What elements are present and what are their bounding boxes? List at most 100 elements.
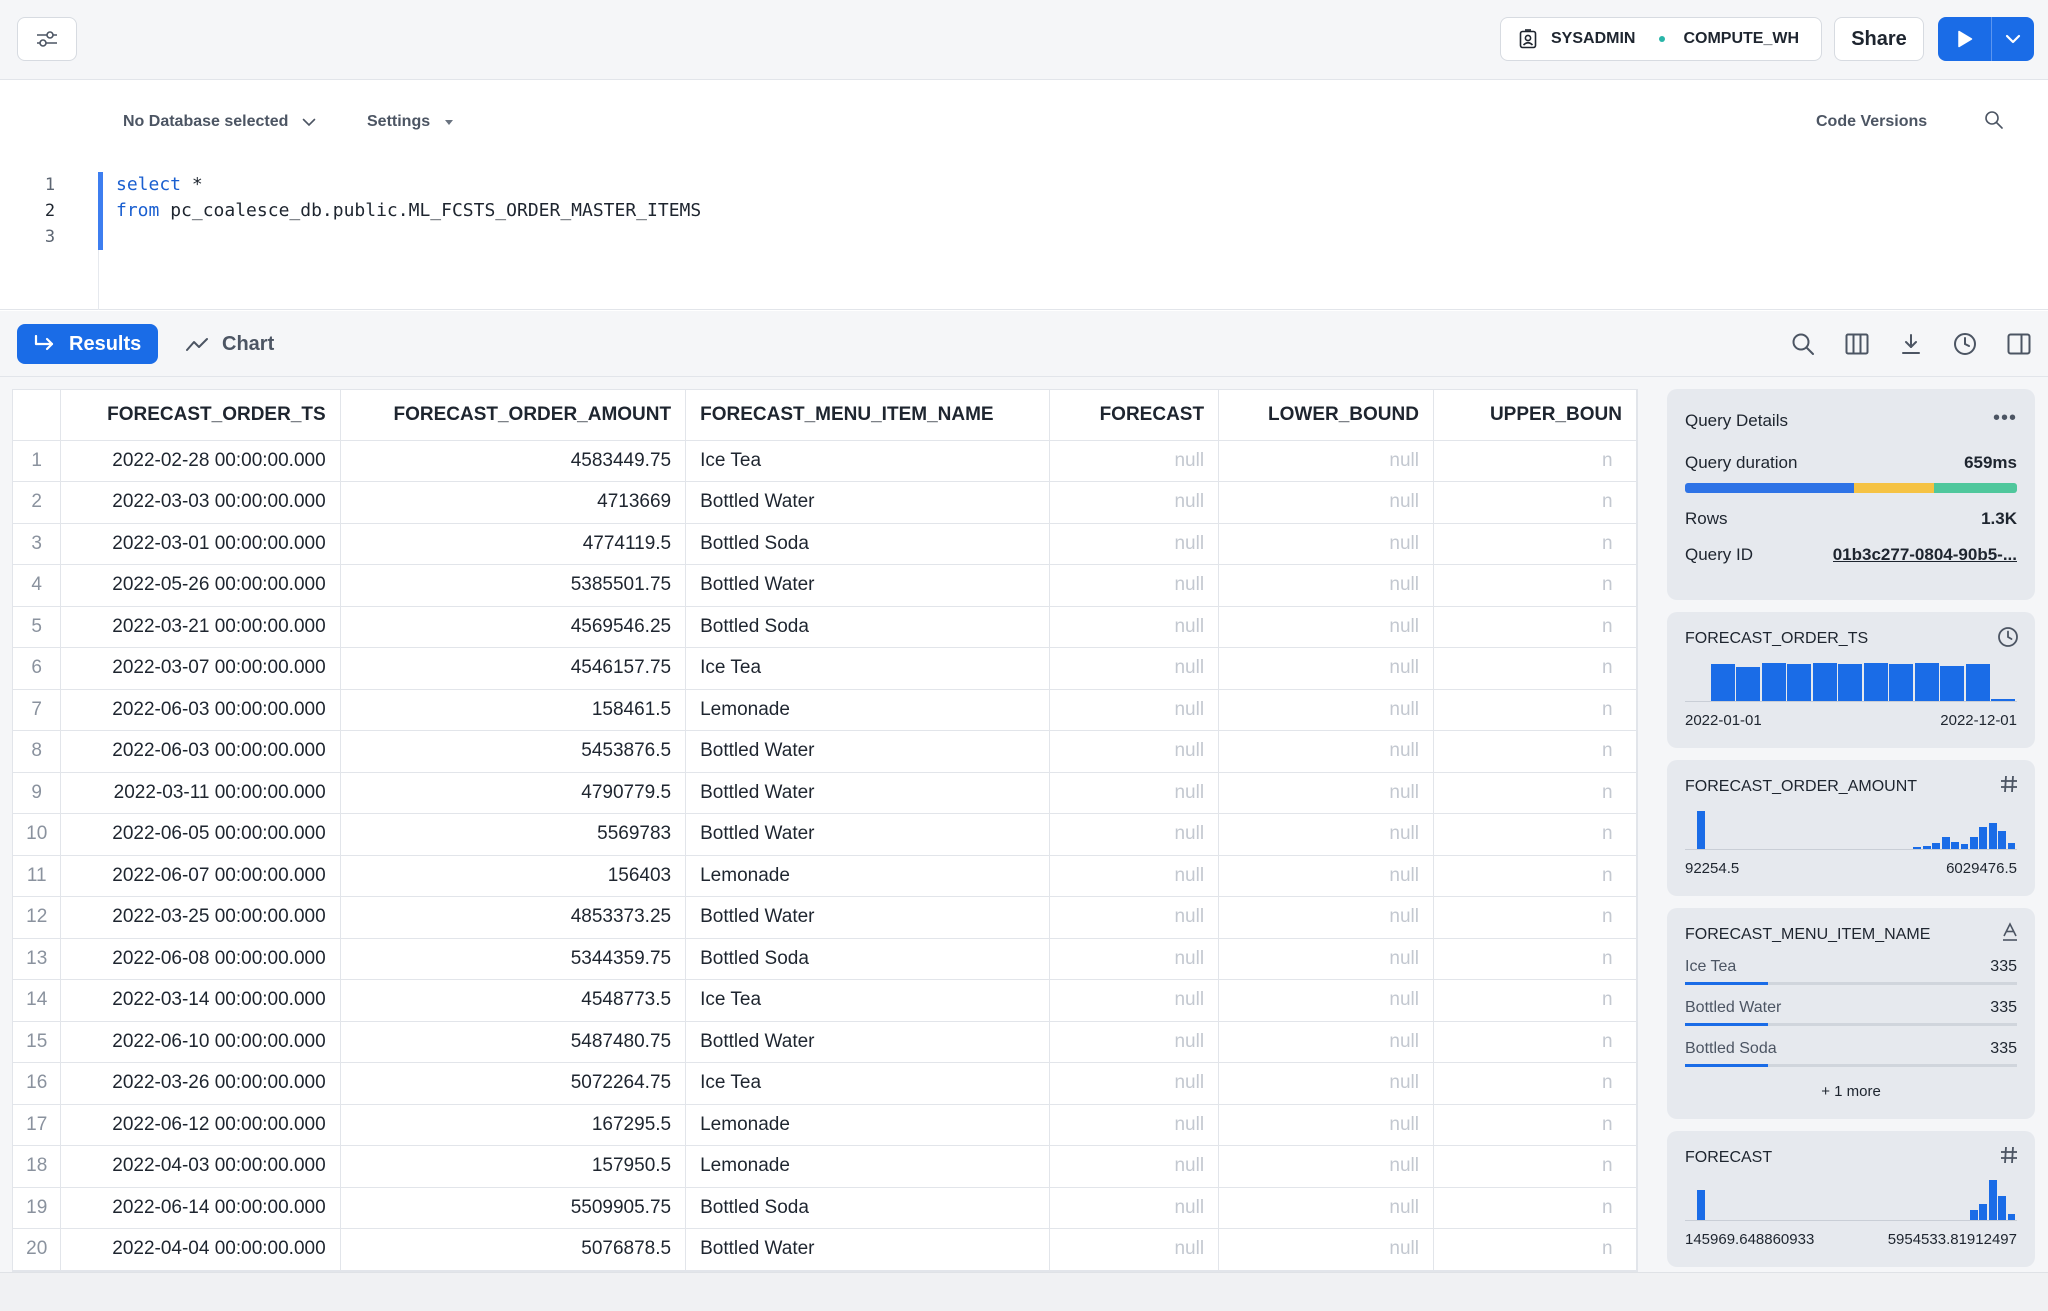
cell-lower-bound[interactable]: null <box>1218 772 1434 814</box>
row-index[interactable]: 17 <box>13 1104 62 1146</box>
table-row[interactable]: 9 2022-03-11 00:00:00.000 4790779.5 Bottled… <box>13 772 1637 814</box>
cell-lower-bound[interactable]: null <box>1218 1228 1434 1271</box>
cell-menu-item-name[interactable]: Bottled Soda <box>685 1187 1051 1229</box>
cell-order-ts[interactable]: 2022-06-14 00:00:00.000 <box>60 1187 341 1229</box>
cell-forecast[interactable]: null <box>1049 938 1220 980</box>
cell-lower-bound[interactable]: null <box>1218 647 1434 690</box>
cell-lower-bound[interactable]: null <box>1218 606 1434 648</box>
cell-lower-bound[interactable]: null <box>1218 481 1434 524</box>
cell-upper-bound[interactable]: n <box>1433 938 1637 980</box>
cell-order-ts[interactable]: 2022-03-21 00:00:00.000 <box>60 606 341 648</box>
row-index[interactable]: 20 <box>13 1228 62 1271</box>
role-warehouse-selector[interactable]: SYSADMIN COMPUTE_WH <box>1500 17 1822 61</box>
cell-order-amount[interactable]: 5385501.75 <box>340 564 687 607</box>
cell-menu-item-name[interactable]: Ice Tea <box>685 1062 1051 1105</box>
cell-order-ts[interactable]: 2022-03-14 00:00:00.000 <box>60 979 341 1022</box>
cell-order-ts[interactable]: 2022-06-03 00:00:00.000 <box>60 730 341 773</box>
columns-button[interactable] <box>1842 329 1872 359</box>
cell-lower-bound[interactable]: null <box>1218 813 1434 856</box>
table-row[interactable]: 12 2022-03-25 00:00:00.000 4853373.25 Bottl… <box>13 896 1637 939</box>
column-header[interactable]: FORECAST_ORDER_AMOUNT <box>340 390 687 441</box>
cell-upper-bound[interactable]: n <box>1433 1104 1637 1146</box>
cell-lower-bound[interactable]: null <box>1218 1104 1434 1146</box>
cell-upper-bound[interactable]: n <box>1433 979 1637 1022</box>
cell-order-ts[interactable]: 2022-03-26 00:00:00.000 <box>60 1062 341 1105</box>
cell-upper-bound[interactable]: n <box>1433 730 1637 773</box>
table-row[interactable]: 14 2022-03-14 00:00:00.000 4548773.5 Ice Te… <box>13 979 1637 1022</box>
cell-order-amount[interactable]: 5569783 <box>340 813 687 856</box>
cell-upper-bound[interactable]: n <box>1433 689 1637 731</box>
cell-lower-bound[interactable]: null <box>1218 1187 1434 1229</box>
cell-order-ts[interactable]: 2022-04-03 00:00:00.000 <box>60 1145 341 1188</box>
cell-lower-bound[interactable]: null <box>1218 523 1434 565</box>
cell-menu-item-name[interactable]: Bottled Soda <box>685 523 1051 565</box>
column-stats-card-forecast[interactable]: FORECAST 145969.648860933 5954533.819124… <box>1667 1131 2035 1267</box>
cell-forecast[interactable]: null <box>1049 979 1220 1022</box>
row-index[interactable]: 3 <box>13 523 62 565</box>
show-more-link[interactable]: + 1 more <box>1685 1083 2017 1100</box>
cell-upper-bound[interactable]: n <box>1433 855 1637 897</box>
cell-lower-bound[interactable]: null <box>1218 689 1434 731</box>
cell-forecast[interactable]: null <box>1049 689 1220 731</box>
cell-forecast[interactable]: null <box>1049 523 1220 565</box>
cell-forecast[interactable]: null <box>1049 772 1220 814</box>
cell-forecast[interactable]: null <box>1049 813 1220 856</box>
cell-order-amount[interactable]: 5509905.75 <box>340 1187 687 1229</box>
cell-menu-item-name[interactable]: Lemonade <box>685 1145 1051 1188</box>
database-selector[interactable]: No Database selected <box>123 113 316 131</box>
cell-forecast[interactable]: null <box>1049 564 1220 607</box>
cell-menu-item-name[interactable]: Bottled Soda <box>685 938 1051 980</box>
cell-upper-bound[interactable]: n <box>1433 896 1637 939</box>
column-header[interactable]: UPPER_BOUN <box>1433 390 1637 441</box>
cell-order-amount[interactable]: 4853373.25 <box>340 896 687 939</box>
cell-menu-item-name[interactable]: Ice Tea <box>685 647 1051 690</box>
cell-menu-item-name[interactable]: Ice Tea <box>685 979 1051 1022</box>
table-row[interactable]: 5 2022-03-21 00:00:00.000 4569546.25 Bottle… <box>13 606 1637 648</box>
row-index[interactable]: 2 <box>13 481 62 524</box>
row-index[interactable]: 19 <box>13 1187 62 1229</box>
row-index[interactable]: 12 <box>13 896 62 939</box>
cell-order-amount[interactable]: 4774119.5 <box>340 523 687 565</box>
cell-menu-item-name[interactable]: Bottled Water <box>685 772 1051 814</box>
table-row[interactable]: 6 2022-03-07 00:00:00.000 4546157.75 Ice Te… <box>13 647 1637 690</box>
query-id-link[interactable]: 01b3c277-0804-90b5-... <box>1833 545 2017 565</box>
cell-order-ts[interactable]: 2022-03-03 00:00:00.000 <box>60 481 341 524</box>
column-stats-card-menu[interactable]: FORECAST_MENU_ITEM_NAME Ice Tea 335 Bottle… <box>1667 908 2035 1119</box>
table-row[interactable]: 13 2022-06-08 00:00:00.000 5344359.75 Bottl… <box>13 938 1637 980</box>
cell-forecast[interactable]: null <box>1049 896 1220 939</box>
cell-upper-bound[interactable]: n <box>1433 647 1637 690</box>
cell-order-amount[interactable]: 5072264.75 <box>340 1062 687 1105</box>
cell-order-ts[interactable]: 2022-06-05 00:00:00.000 <box>60 813 341 856</box>
sql-editor[interactable]: No Database selected Settings Code Versi… <box>0 80 2048 310</box>
cell-menu-item-name[interactable]: Bottled Water <box>685 481 1051 524</box>
run-button[interactable] <box>1938 17 1992 61</box>
cell-order-amount[interactable]: 5344359.75 <box>340 938 687 980</box>
cell-order-ts[interactable]: 2022-03-25 00:00:00.000 <box>60 896 341 939</box>
cell-order-ts[interactable]: 2022-06-08 00:00:00.000 <box>60 938 341 980</box>
cell-upper-bound[interactable]: n <box>1433 1062 1637 1105</box>
cell-menu-item-name[interactable]: Bottled Water <box>685 813 1051 856</box>
cell-menu-item-name[interactable]: Lemonade <box>685 855 1051 897</box>
cell-lower-bound[interactable]: null <box>1218 1145 1434 1188</box>
cell-upper-bound[interactable]: n <box>1433 813 1637 856</box>
cell-upper-bound[interactable]: n <box>1433 564 1637 607</box>
cell-upper-bound[interactable]: n <box>1433 440 1637 482</box>
cell-order-amount[interactable]: 4583449.75 <box>340 440 687 482</box>
cell-forecast[interactable]: null <box>1049 1104 1220 1146</box>
cell-menu-item-name[interactable]: Bottled Water <box>685 1228 1051 1271</box>
cell-lower-bound[interactable]: null <box>1218 938 1434 980</box>
row-index[interactable]: 7 <box>13 689 62 731</box>
row-index[interactable]: 14 <box>13 979 62 1022</box>
column-stats-card-ts[interactable]: FORECAST_ORDER_TS 2022-01-01 2022-12-01 <box>1667 612 2035 748</box>
cell-order-amount[interactable]: 4569546.25 <box>340 606 687 648</box>
cell-lower-bound[interactable]: null <box>1218 1062 1434 1105</box>
download-button[interactable] <box>1896 329 1926 359</box>
cell-order-ts[interactable]: 2022-06-07 00:00:00.000 <box>60 855 341 897</box>
column-header[interactable]: FORECAST_ORDER_TS <box>60 390 341 441</box>
share-button[interactable]: Share <box>1834 17 1924 61</box>
cell-order-amount[interactable]: 158461.5 <box>340 689 687 731</box>
cell-order-ts[interactable]: 2022-03-01 00:00:00.000 <box>60 523 341 565</box>
cell-upper-bound[interactable]: n <box>1433 606 1637 648</box>
editor-search-button[interactable] <box>1984 110 2004 135</box>
row-index[interactable]: 1 <box>13 440 62 482</box>
